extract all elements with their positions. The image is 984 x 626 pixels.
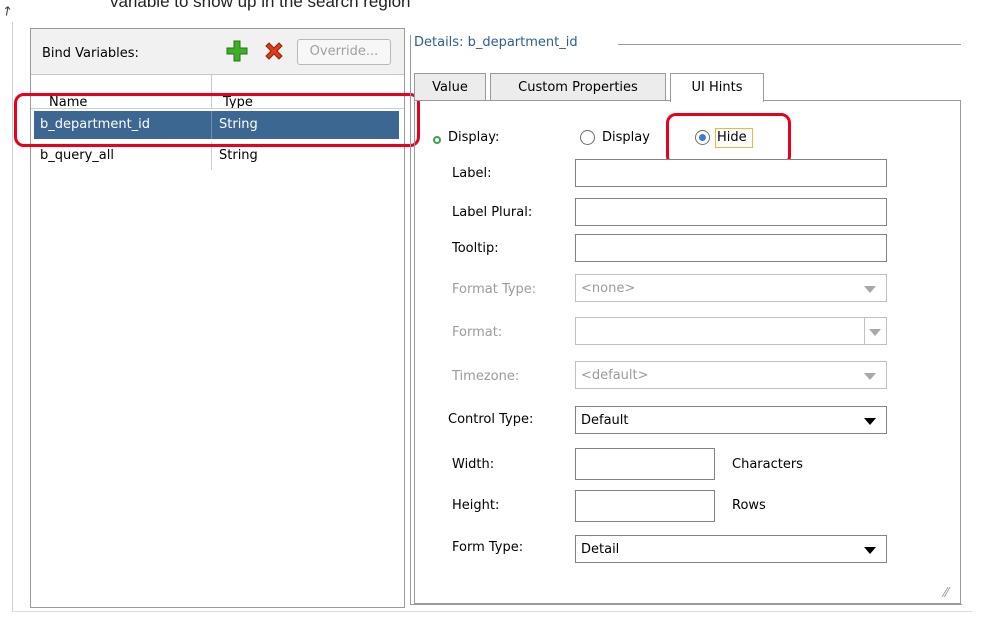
timezone-select: <default> <box>575 361 887 389</box>
green-plus-icon[interactable] <box>226 40 248 62</box>
override-button[interactable]: Override... <box>297 39 391 65</box>
red-x-icon[interactable] <box>263 40 285 62</box>
form-type-select[interactable]: Detail <box>575 535 887 563</box>
resize-grip-icon[interactable]: ⁄⁄ <box>944 586 948 601</box>
format-type-field-label: Format Type: <box>452 282 537 297</box>
control-type-value: Default <box>581 413 629 428</box>
tab-ui-hints[interactable]: UI Hints <box>670 73 764 102</box>
timezone-value: <default> <box>581 368 649 383</box>
chevron-down-icon <box>869 329 881 336</box>
width-input[interactable] <box>575 448 715 480</box>
format-type-select: <none> <box>575 274 887 302</box>
format-type-value: <none> <box>581 281 636 296</box>
cell-type: String <box>219 148 258 163</box>
details-title: Details: b_department_id <box>414 35 584 50</box>
corner-arrow-icon: ↗ <box>0 2 17 21</box>
chevron-down-icon <box>864 373 876 380</box>
chevron-down-icon <box>864 286 876 293</box>
tab-value[interactable]: Value <box>414 73 486 101</box>
bind-variables-title: Bind Variables: <box>42 46 139 61</box>
format-combobox <box>575 317 887 345</box>
height-unit-label: Rows <box>732 498 766 513</box>
height-field-label: Height: <box>452 498 500 513</box>
label-field-label: Label: <box>452 166 492 181</box>
chevron-down-icon <box>864 418 876 425</box>
display-label: Display: <box>448 130 500 145</box>
tooltip-input[interactable] <box>575 234 887 262</box>
label-plural-input[interactable] <box>575 198 887 226</box>
cell-name: b_query_all <box>40 148 114 163</box>
chevron-down-icon <box>864 547 876 554</box>
width-unit-label: Characters <box>732 457 803 472</box>
annotation-highlight-row <box>14 93 420 147</box>
bind-variables-toolbar: Bind Variables: Override... <box>31 29 404 75</box>
tab-custom-properties[interactable]: Custom Properties <box>490 73 666 101</box>
status-dot-icon <box>433 136 441 144</box>
frame-left-border <box>12 22 13 612</box>
details-title-rule <box>618 44 961 45</box>
width-field-label: Width: <box>452 457 495 472</box>
label-plural-field-label: Label Plural: <box>452 205 533 220</box>
control-type-select[interactable]: Default <box>575 406 887 434</box>
tooltip-field-label: Tooltip: <box>452 241 499 256</box>
top-caption: variable to show up in the search region <box>110 0 411 11</box>
display-radio-label[interactable]: Display <box>602 130 650 145</box>
height-input[interactable] <box>575 490 715 522</box>
form-type-field-label: Form Type: <box>452 540 524 555</box>
form-type-value: Detail <box>581 542 620 557</box>
display-radio[interactable] <box>580 130 595 145</box>
control-type-field-label: Control Type: <box>448 412 534 427</box>
timezone-field-label: Timezone: <box>452 369 520 384</box>
frame-bottom-border <box>12 611 972 612</box>
format-field-label: Format: <box>452 325 503 340</box>
label-input[interactable] <box>575 159 887 187</box>
format-dropdown-button <box>864 318 886 344</box>
